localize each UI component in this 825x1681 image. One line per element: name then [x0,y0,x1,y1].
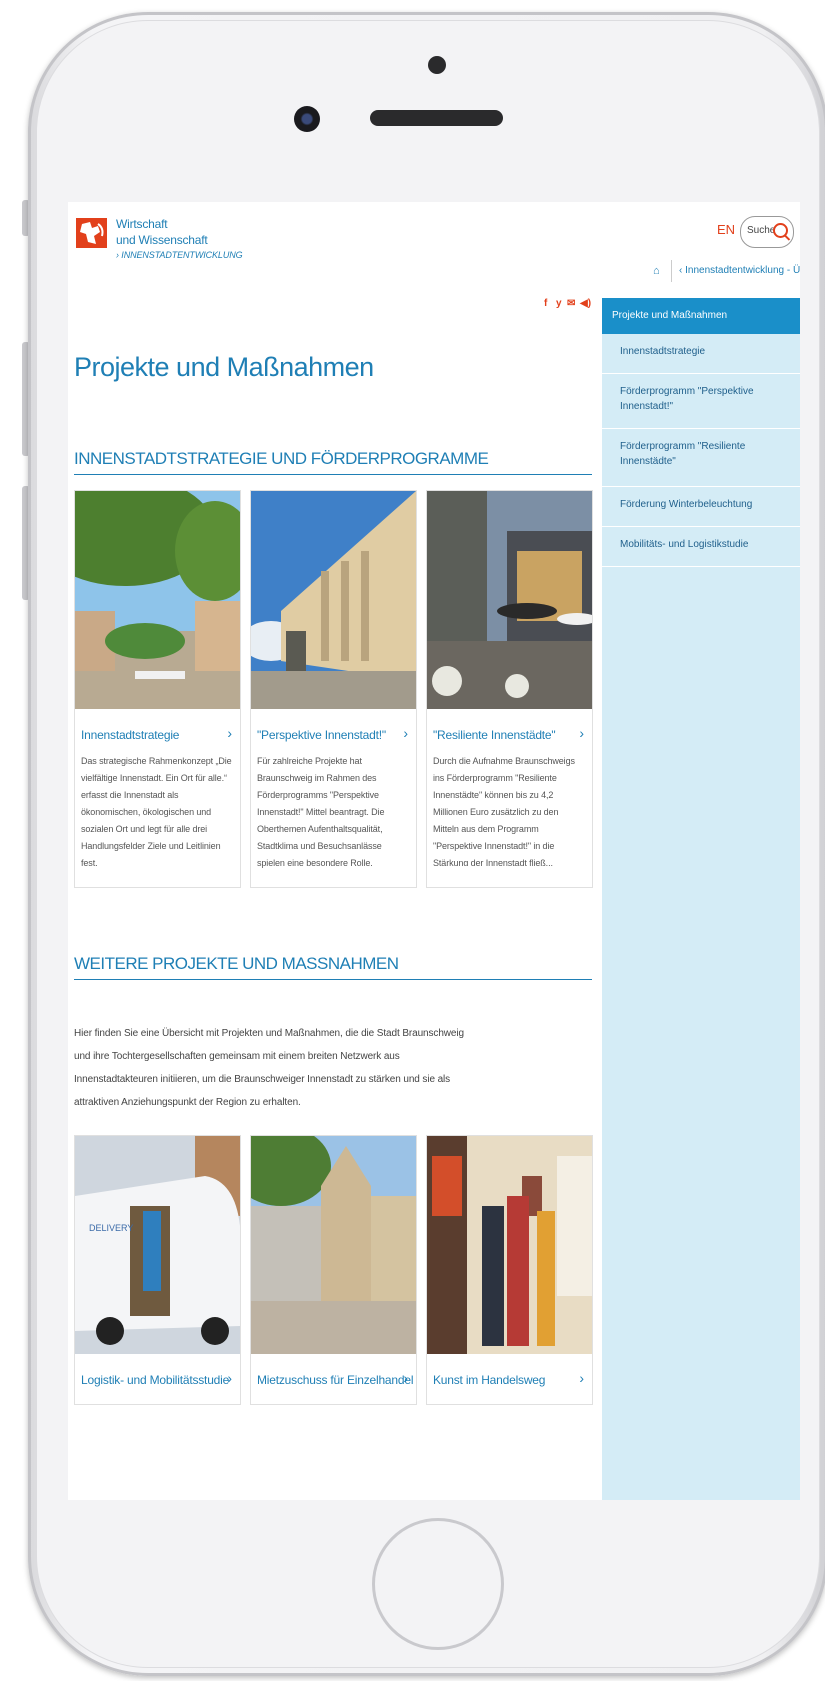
web-page-screen: Wirtschaft und Wissenschaft › INNENSTADT… [68,202,800,1500]
card-image-kunst [427,1136,592,1354]
card-image-innenstadt [75,491,240,709]
phone-camera [294,106,320,132]
chevron-right-icon[interactable]: › [227,725,232,741]
card-description: Durch die Aufnahme Braunschweigs ins För… [433,756,575,866]
card-title[interactable]: "Resiliente Innenstädte" [433,728,556,742]
section-breadcrumb-link[interactable]: › INNENSTADTENTWICKLUNG [116,250,243,260]
sidebar-item-mobilitaetsstudie[interactable]: Mobilitäts- und Logistikstudie [602,527,800,567]
phone-home-button[interactable] [372,1518,504,1650]
card-description: Das strategische Rahmenkonzept „Die viel… [81,756,232,868]
card-title[interactable]: Mietzuschuss für Einzelhandel [257,1373,413,1387]
project-card[interactable]: DELIVERY Logistik- und Mobilitätsstudie … [74,1135,241,1405]
card-title[interactable]: Kunst im Handelsweg [433,1373,545,1387]
search-button[interactable]: Suche [740,216,794,248]
brand-line-2: und Wissenschaft [116,233,208,247]
breadcrumb-parent-link[interactable]: ‹ Innenstadtentwicklung - Übe... [679,265,800,276]
sidebar-item-winterbeleuchtung[interactable]: Förderung Winterbeleuchtung [602,487,800,527]
section-title-weitere: WEITERE PROJEKTE UND MASSNAHMEN [74,954,399,973]
search-label: Suche [747,225,776,236]
page-title: Projekte und Maßnahmen [74,352,374,382]
van-lettering: DELIVERY [89,1223,133,1233]
read-aloud-icon[interactable]: ◀) [580,298,591,309]
card-title[interactable]: Logistik- und Mobilitätsstudie [81,1373,229,1387]
card-image-perspektive [251,491,416,709]
sidebar-item-innenstadtstrategie[interactable]: Innenstadtstrategie [602,334,800,374]
card-image-mietzuschuss [251,1136,416,1354]
brand-line-1: Wirtschaft [116,217,168,231]
facebook-icon[interactable]: f [544,298,547,309]
chevron-right-icon[interactable]: › [579,1370,584,1386]
email-icon[interactable]: ✉ [567,298,575,309]
card-image-resiliente [427,491,592,709]
project-card[interactable]: Mietzuschuss für Einzelhandel › [250,1135,417,1405]
project-card[interactable]: Innenstadtstrategie › Das strategische R… [74,490,241,888]
section-intro-text: Hier finden Sie eine Übersicht mit Proje… [74,1028,464,1108]
phone-sensor [428,56,446,74]
section-title-strategie: INNENSTADTSTRATEGIE UND FÖRDERPROGRAMME [74,449,489,468]
section-divider [74,474,592,475]
card-title[interactable]: "Perspektive Innenstadt!" [257,728,386,742]
search-icon [773,223,788,238]
card-title[interactable]: Innenstadtstrategie [81,728,179,742]
sidebar-item-resiliente[interactable]: Förderprogramm "Resiliente Innenstädte" [602,429,800,487]
breadcrumb-divider [671,260,672,282]
section-divider [74,979,592,980]
braunschweig-logo[interactable] [76,218,107,248]
chevron-right-icon[interactable]: › [403,725,408,741]
sidebar-nav: Projekte und Maßnahmen Innenstadtstrateg… [602,298,800,1500]
chevron-right-icon[interactable]: › [403,1370,408,1386]
card-description: Für zahlreiche Projekte hat Braunschweig… [257,756,385,868]
project-card[interactable]: Kunst im Handelsweg › [426,1135,593,1405]
language-switch-en[interactable]: EN [717,222,735,237]
sidebar-item-active[interactable]: Projekte und Maßnahmen [602,298,800,334]
chevron-right-icon[interactable]: › [579,725,584,741]
sidebar-item-perspektive[interactable]: Förderprogramm "Perspektive Innenstadt!" [602,374,800,429]
phone-speaker [370,110,503,126]
twitter-icon[interactable]: y [556,298,562,309]
card-image-logistik: DELIVERY [75,1136,240,1354]
project-card[interactable]: "Resiliente Innenstädte" › Durch die Auf… [426,490,593,888]
chevron-right-icon[interactable]: › [227,1370,232,1386]
home-icon[interactable]: ⌂ [653,265,660,277]
project-card[interactable]: "Perspektive Innenstadt!" › Für zahlreic… [250,490,417,888]
